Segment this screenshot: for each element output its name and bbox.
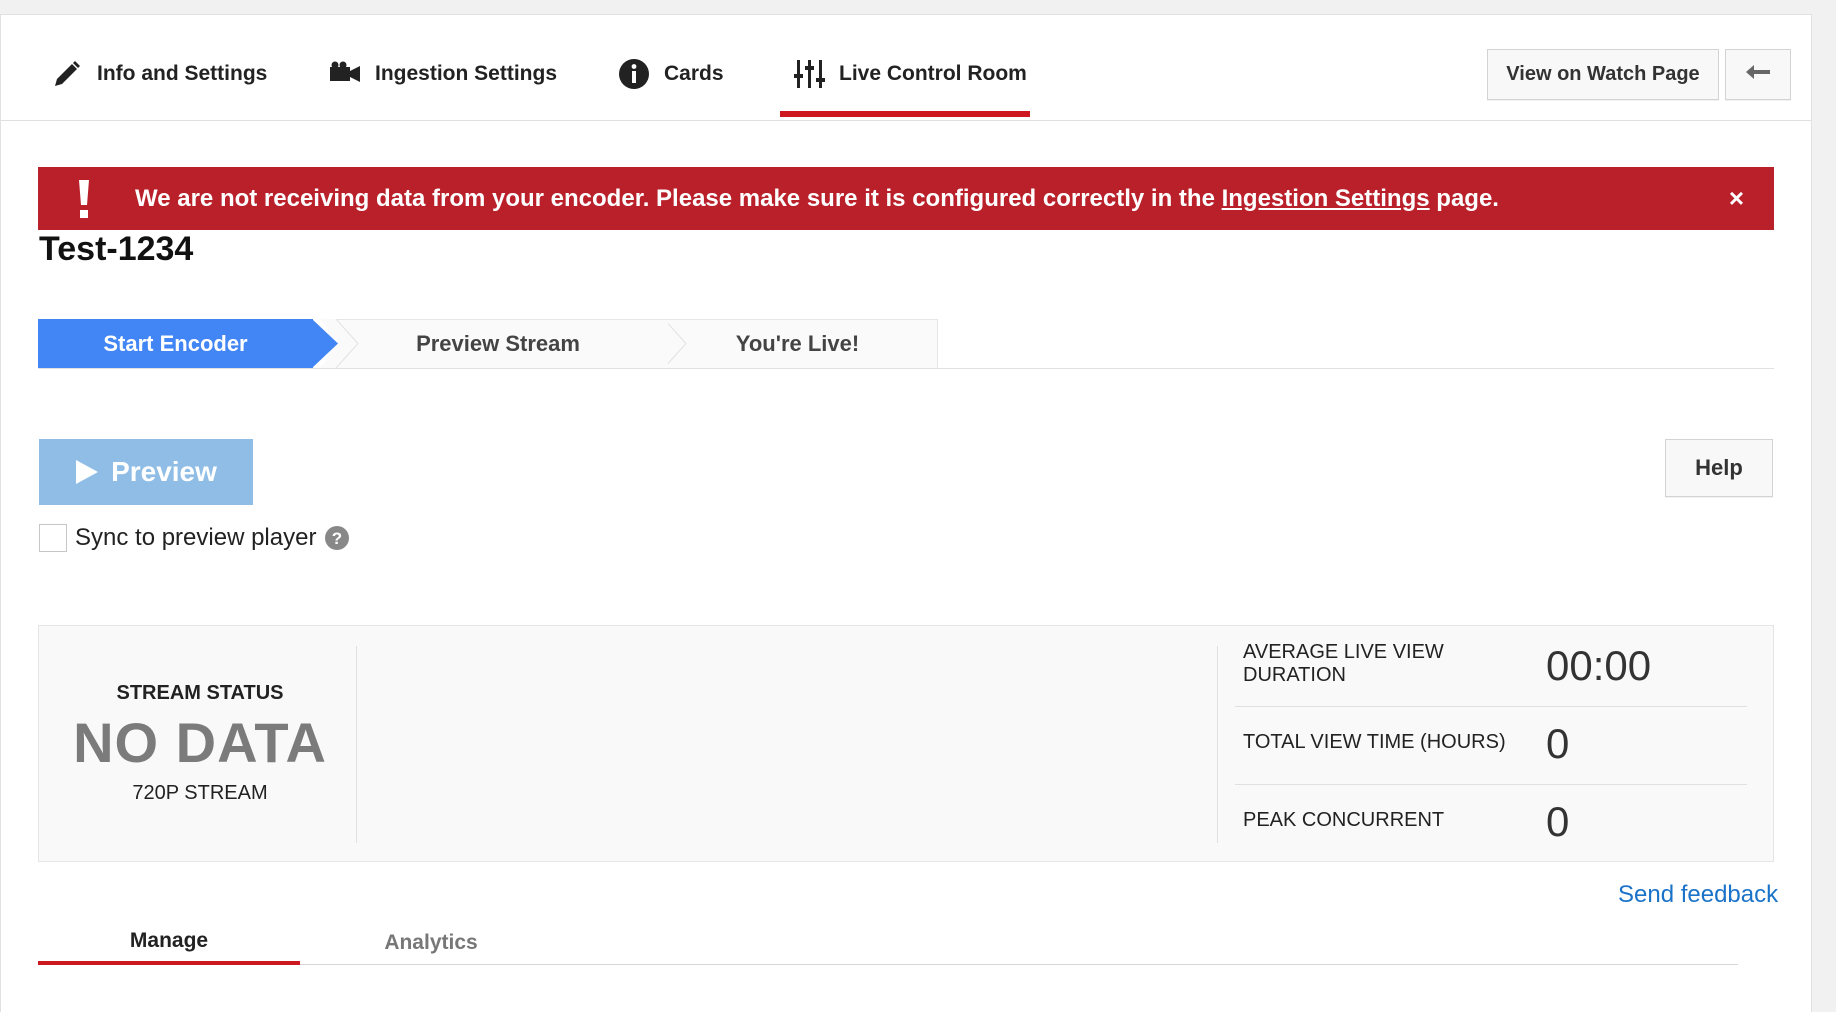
tab-analytics[interactable]: Analytics xyxy=(300,920,562,965)
tab-cards[interactable]: Cards xyxy=(618,53,724,95)
help-button[interactable]: Help xyxy=(1665,439,1773,497)
svg-text:?: ? xyxy=(332,529,342,548)
tab-live-control-room[interactable]: Live Control Room xyxy=(793,53,1027,95)
tab-ingestion-settings[interactable]: Ingestion Settings xyxy=(329,53,557,95)
stream-status-label: STREAM STATUS xyxy=(116,682,284,704)
stream-status-value: NO DATA xyxy=(73,711,327,774)
play-icon xyxy=(75,459,99,485)
tab-label: Cards xyxy=(664,62,724,85)
active-tab-indicator xyxy=(780,111,1030,117)
metric-label-peak-concurrent: PEAK CONCURRENT xyxy=(1243,809,1445,831)
ingestion-settings-link[interactable]: Ingestion Settings xyxy=(1222,185,1430,212)
bottom-tabs: Manage Analytics xyxy=(38,920,1738,965)
metric-label-avg-duration: AVERAGE LIVE VIEW DURATION xyxy=(1243,641,1444,687)
metric-label-line: DURATION xyxy=(1243,664,1346,686)
close-icon[interactable]: × xyxy=(1729,185,1744,211)
question-icon[interactable]: ? xyxy=(324,525,350,551)
divider xyxy=(356,646,357,843)
metric-separator xyxy=(1235,784,1747,785)
stream-steps: You're Live! Preview Stream Start Encode… xyxy=(38,319,1774,369)
tab-label: Info and Settings xyxy=(97,62,268,85)
tab-label: Live Control Room xyxy=(839,62,1027,85)
page-title: Test-1234 xyxy=(39,230,194,268)
sync-checkbox[interactable] xyxy=(39,524,67,552)
metric-label-total-view-time: TOTAL VIEW TIME (HOURS) xyxy=(1243,731,1506,753)
step-active-arrow xyxy=(312,319,338,368)
back-button[interactable] xyxy=(1725,49,1791,100)
preview-button[interactable]: Preview xyxy=(39,439,253,505)
stream-stats-panel: STREAM STATUS NO DATA 720P STREAM AVERAG… xyxy=(38,625,1774,862)
top-navigation: Info and Settings Ingestion Settings Car… xyxy=(1,15,1811,121)
sliders-icon xyxy=(793,59,825,89)
main-panel: Info and Settings Ingestion Settings Car… xyxy=(0,14,1812,1012)
exclamation-icon xyxy=(62,179,106,219)
pencil-icon xyxy=(51,58,83,90)
step-preview-stream: Preview Stream xyxy=(328,319,668,368)
stream-resolution: 720P STREAM xyxy=(132,782,268,804)
tab-label: Ingestion Settings xyxy=(375,62,558,85)
step-start-encoder: Start Encoder xyxy=(38,319,313,368)
tab-manage[interactable]: Manage xyxy=(38,920,300,965)
metric-value-peak-concurrent: 0 xyxy=(1546,798,1570,845)
tab-info-and-settings[interactable]: Info and Settings xyxy=(51,53,267,95)
camera-icon xyxy=(329,61,361,87)
alert-message: We are not receiving data from your enco… xyxy=(135,185,1499,213)
metric-value-avg-duration: 00:00 xyxy=(1546,642,1652,689)
back-arrow-icon xyxy=(1744,63,1772,87)
sync-label: Sync to preview player xyxy=(75,524,317,551)
divider xyxy=(1217,646,1218,843)
view-on-watch-page-button[interactable]: View on Watch Page xyxy=(1487,49,1719,100)
info-icon xyxy=(618,58,650,90)
send-feedback-link[interactable]: Send feedback xyxy=(1618,881,1778,909)
metric-value-total-view-time: 0 xyxy=(1546,720,1570,767)
preview-label: Preview xyxy=(111,456,217,487)
encoder-alert-banner: We are not receiving data from your enco… xyxy=(38,167,1774,230)
metric-label-line: AVERAGE LIVE VIEW xyxy=(1243,641,1444,663)
alert-text: We are not receiving data from your enco… xyxy=(135,184,1222,212)
alert-text-suffix: page. xyxy=(1429,184,1499,212)
metric-separator xyxy=(1235,706,1747,707)
sync-to-preview-row: Sync to preview player ? xyxy=(39,524,350,552)
step-youre-live: You're Live! xyxy=(658,319,938,368)
